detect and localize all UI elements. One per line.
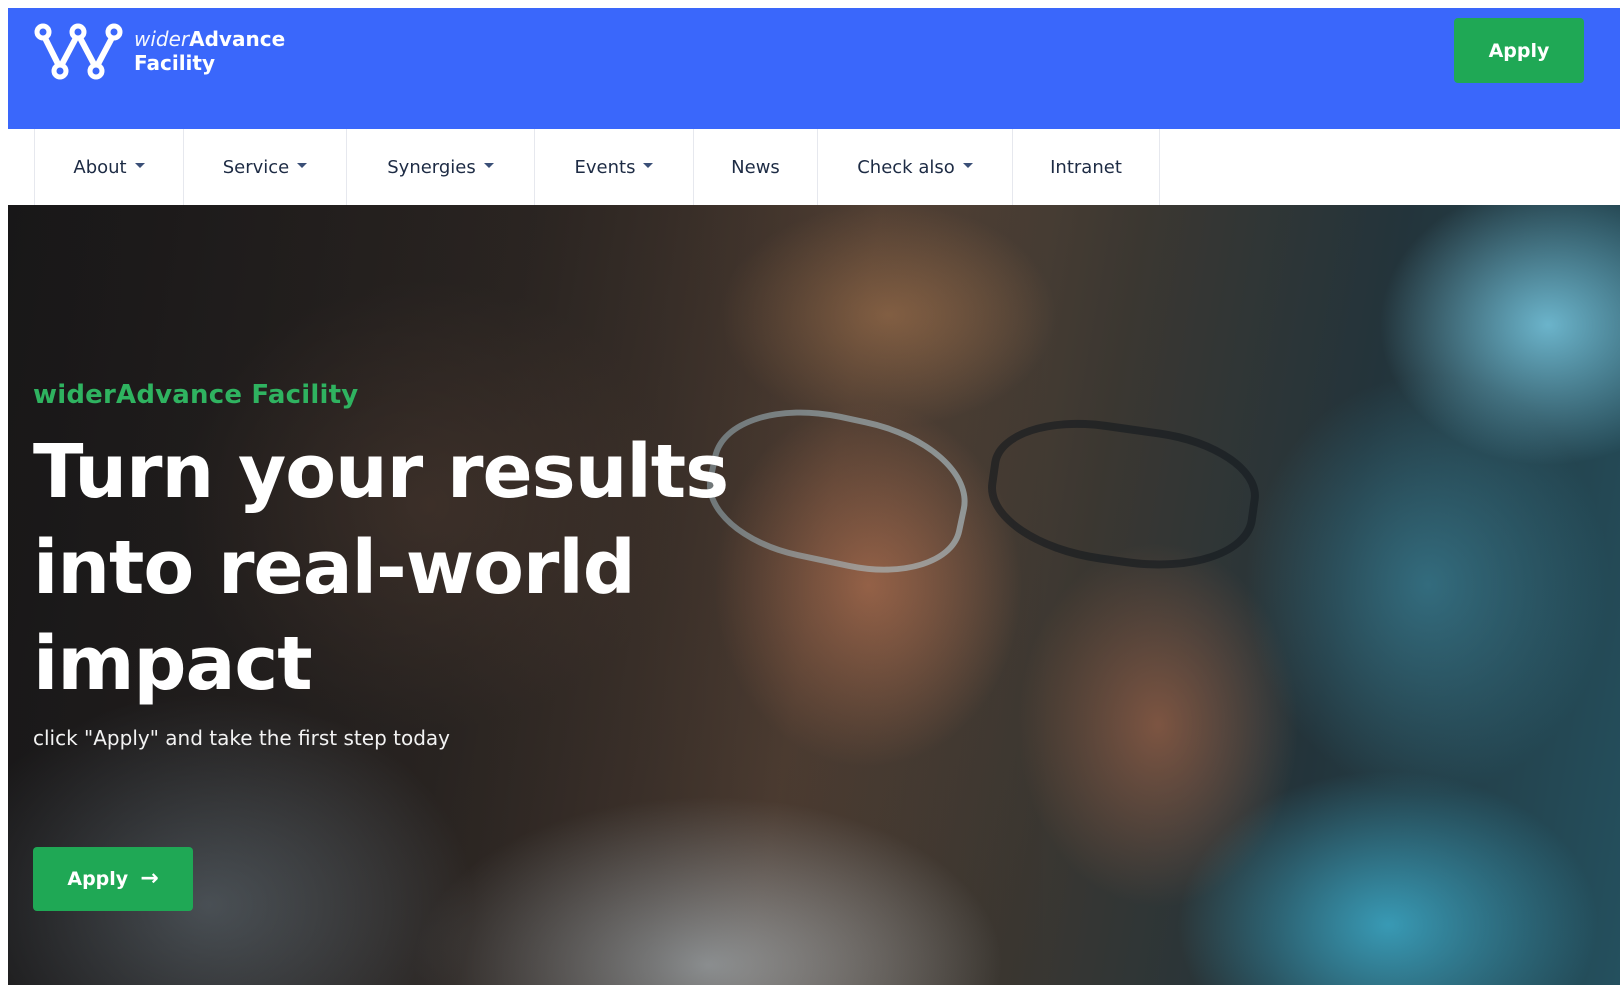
caret-down-icon xyxy=(962,162,973,168)
nav-item-synergies[interactable]: Synergies xyxy=(347,129,535,205)
arrow-right-icon: → xyxy=(140,866,159,891)
hero-headline-line: Turn your results xyxy=(33,429,729,515)
main-nav: About Service Synergies Events News Chec… xyxy=(8,129,1620,205)
nav-item-label: Intranet xyxy=(1050,156,1122,178)
header-apply-button[interactable]: Apply xyxy=(1454,18,1584,83)
site-header: widerAdvance Facility Apply xyxy=(8,8,1620,129)
page: widerAdvance Facility Apply About Servic… xyxy=(0,0,1620,985)
caret-down-icon xyxy=(297,162,308,168)
hero-banner: widerAdvance Facility Turn your results … xyxy=(8,205,1620,985)
logo-name-bold: Advance xyxy=(189,27,286,51)
hero-headline-line: into real-world xyxy=(33,525,636,611)
nav-item-service[interactable]: Service xyxy=(184,129,347,205)
nav-item-label: About xyxy=(73,156,127,178)
caret-down-icon xyxy=(483,162,494,168)
hero-apply-button[interactable]: Apply → xyxy=(33,847,193,911)
nav-item-label: Service xyxy=(222,156,290,178)
nav-item-label: Check also xyxy=(857,156,955,178)
nav-item-label: News xyxy=(731,156,780,178)
nav-item-label: Synergies xyxy=(387,156,476,178)
hero-headline: Turn your results into real-world impact xyxy=(33,424,729,712)
nav-item-intranet[interactable]: Intranet xyxy=(1013,129,1160,205)
logo-wordmark: widerAdvance Facility xyxy=(134,27,285,75)
logo-name-light: wider xyxy=(134,27,190,51)
hero-headline-line: impact xyxy=(33,621,313,707)
hero-subline: click "Apply" and take the first step to… xyxy=(33,726,450,750)
nav-item-label: Events xyxy=(574,156,636,178)
nav-item-events[interactable]: Events xyxy=(535,129,694,205)
site-logo[interactable]: widerAdvance Facility xyxy=(34,22,285,80)
nav-item-check-also[interactable]: Check also xyxy=(818,129,1013,205)
hero-eyebrow: widerAdvance Facility xyxy=(33,380,359,410)
nav-item-news[interactable]: News xyxy=(694,129,818,205)
caret-down-icon xyxy=(643,162,654,168)
nav-item-about[interactable]: About xyxy=(35,129,184,205)
logo-name-line2: Facility xyxy=(134,51,216,75)
hero-content: widerAdvance Facility Turn your results … xyxy=(33,380,729,750)
hero-apply-label: Apply xyxy=(67,868,129,890)
caret-down-icon xyxy=(134,162,145,168)
nav-list: About Service Synergies Events News Chec… xyxy=(34,129,1160,205)
logo-mark-icon xyxy=(34,23,123,80)
